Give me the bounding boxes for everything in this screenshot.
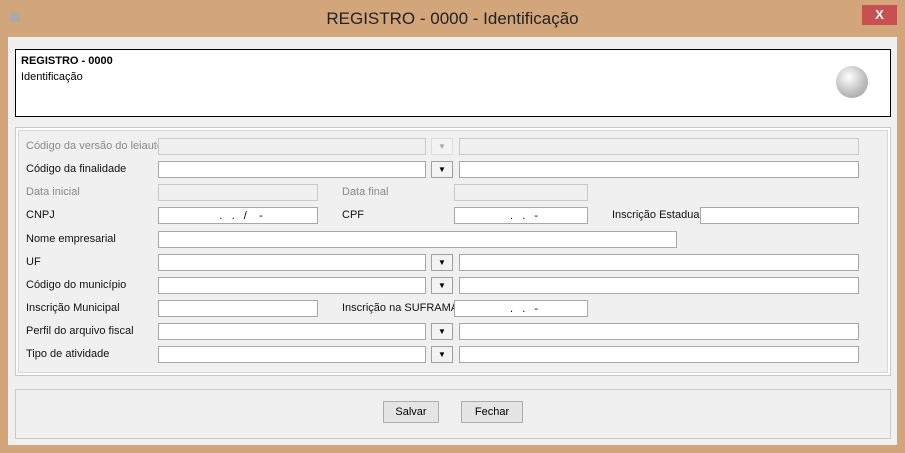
versao-dropdown-button: ▼ bbox=[431, 138, 453, 155]
municipio-dropdown-button[interactable]: ▼ bbox=[431, 277, 453, 294]
uf-input[interactable] bbox=[158, 254, 426, 271]
data-inicial-input bbox=[158, 184, 318, 201]
atividade-label: Tipo de atividade bbox=[26, 348, 110, 360]
cnpj-label: CNPJ bbox=[26, 209, 55, 221]
perfil-input[interactable] bbox=[158, 323, 426, 340]
sped-logo-icon bbox=[836, 66, 868, 98]
close-button[interactable]: Fechar bbox=[461, 401, 523, 423]
finalidade-input[interactable] bbox=[158, 161, 426, 178]
ie-input[interactable] bbox=[700, 207, 859, 224]
atividade-dropdown-button[interactable]: ▼ bbox=[431, 346, 453, 363]
window-title: REGISTRO - 0000 - Identificação bbox=[326, 9, 579, 28]
suframa-label: Inscrição na SUFRAMA bbox=[342, 302, 459, 314]
suframa-input[interactable]: . . - bbox=[454, 300, 588, 317]
button-panel bbox=[15, 389, 891, 439]
uf-label: UF bbox=[26, 256, 41, 268]
title-bar[interactable]: REGISTRO - 0000 - Identificação X bbox=[0, 0, 905, 36]
finalidade-label: Código da finalidade bbox=[26, 163, 127, 175]
municipio-description[interactable] bbox=[459, 277, 859, 294]
header-subtitle: Identificação bbox=[21, 71, 83, 83]
data-inicial-label: Data inicial bbox=[26, 186, 80, 198]
uf-description[interactable] bbox=[459, 254, 859, 271]
close-window-button[interactable]: X bbox=[862, 5, 897, 25]
municipio-input[interactable] bbox=[158, 277, 426, 294]
atividade-description[interactable] bbox=[459, 346, 859, 363]
cnpj-input[interactable]: . . / - bbox=[158, 207, 318, 224]
finalidade-dropdown-button[interactable]: ▼ bbox=[431, 161, 453, 178]
versao-label: Código da versão do leiaute bbox=[26, 140, 163, 152]
header-title: REGISTRO - 0000 bbox=[21, 55, 113, 67]
finalidade-description[interactable] bbox=[459, 161, 859, 178]
data-final-input bbox=[454, 184, 588, 201]
im-label: Inscrição Municipal bbox=[26, 302, 120, 314]
perfil-dropdown-button[interactable]: ▼ bbox=[431, 323, 453, 340]
cpf-label: CPF bbox=[342, 209, 364, 221]
uf-dropdown-button[interactable]: ▼ bbox=[431, 254, 453, 271]
atividade-input[interactable] bbox=[158, 346, 426, 363]
header-panel: REGISTRO - 0000 Identificação bbox=[15, 49, 891, 117]
ie-label: Inscrição Estadual bbox=[612, 209, 702, 221]
versao-input bbox=[158, 138, 426, 155]
nome-label: Nome empresarial bbox=[26, 233, 116, 245]
nome-input[interactable] bbox=[158, 231, 677, 248]
municipio-label: Código do município bbox=[26, 279, 127, 291]
perfil-description[interactable] bbox=[459, 323, 859, 340]
data-final-label: Data final bbox=[342, 186, 389, 198]
im-input[interactable] bbox=[158, 300, 318, 317]
perfil-label: Perfil do arquivo fiscal bbox=[26, 325, 134, 337]
save-button[interactable]: Salvar bbox=[383, 401, 439, 423]
cpf-input[interactable]: . . - bbox=[454, 207, 588, 224]
versao-description bbox=[459, 138, 859, 155]
